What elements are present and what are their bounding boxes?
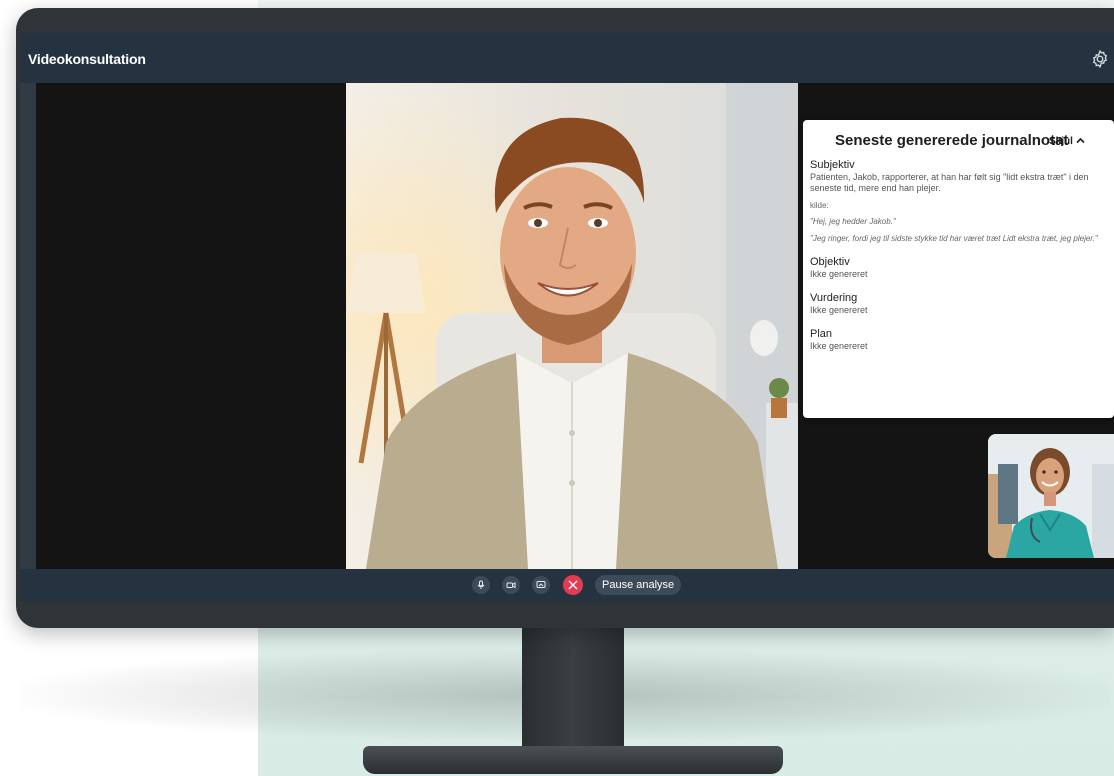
source-label: kilde:	[810, 201, 829, 210]
gear-icon[interactable]	[1090, 49, 1110, 69]
hide-label: Skjul	[1049, 136, 1073, 147]
monitor-stand-base	[363, 746, 783, 774]
patient-video	[346, 83, 798, 569]
objective-heading: Objektiv	[810, 256, 850, 268]
monitor-stand-neck	[522, 622, 624, 756]
camera-icon	[506, 582, 516, 589]
subjective-heading: Subjektiv	[810, 159, 855, 171]
screen-share-button[interactable]	[532, 576, 550, 594]
self-view-video	[988, 434, 1114, 558]
title-bar: Videokonsultation	[20, 33, 1114, 83]
microphone-button[interactable]	[472, 576, 490, 594]
note-title: Seneste genererede journalnotat	[835, 132, 1069, 149]
plan-heading: Plan	[810, 328, 833, 340]
objective-text: Ikke genereret	[810, 269, 868, 279]
plan-text: Ikke genereret	[810, 341, 868, 351]
app-window: Videokonsultation Seneste genererede jou…	[20, 33, 1114, 601]
chevron-up-icon	[1076, 136, 1085, 147]
assessment-heading: Vurdering	[810, 292, 858, 304]
screen-share-icon	[536, 581, 546, 588]
journal-note-panel: Seneste genererede journalnotat Skjul Su…	[803, 120, 1114, 418]
close-icon	[568, 580, 578, 590]
hang-up-button[interactable]	[563, 575, 583, 595]
left-sidebar-strip	[20, 83, 36, 569]
subjective-text: Patienten, Jakob, rapporterer, at han ha…	[810, 172, 1089, 193]
source-quote: "Jeg ringer, fordi jeg til sidste stykke…	[810, 234, 1098, 243]
pause-analysis-button[interactable]: Pause analyse	[595, 575, 682, 595]
call-controls-bar: Pause analyse	[20, 569, 1114, 601]
app-title: Videokonsultation	[28, 51, 146, 67]
assessment-text: Ikke genereret	[810, 305, 868, 315]
microphone-icon	[477, 580, 485, 589]
camera-button[interactable]	[502, 576, 520, 594]
hide-button[interactable]: Skjul	[1049, 136, 1085, 147]
source-quote: "Hej, jeg hedder Jakob."	[810, 217, 896, 226]
note-body: Subjektiv Patienten, Jakob, rapporterer,…	[810, 159, 1106, 352]
